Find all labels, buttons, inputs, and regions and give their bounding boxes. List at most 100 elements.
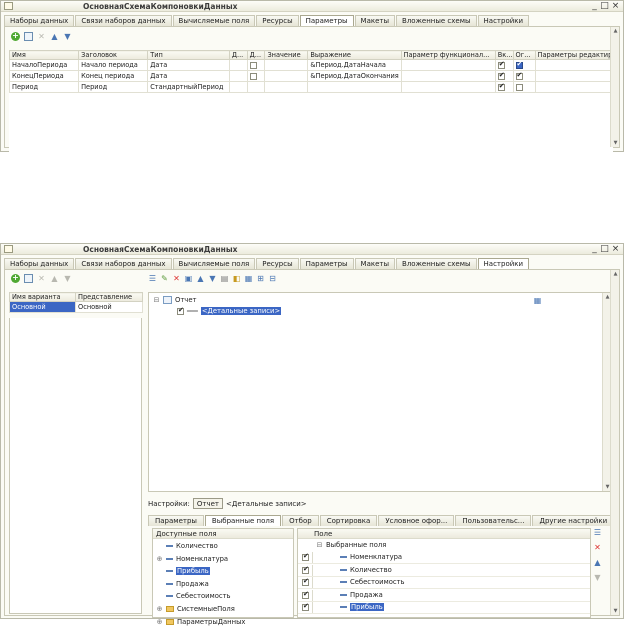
table-row[interactable]: Продажа (298, 589, 590, 602)
selected-field-item[interactable]: Себестоимость (340, 578, 405, 586)
variant-presentation[interactable]: Основной (75, 301, 143, 313)
vertical-scrollbar[interactable]: ▲ ▼ (610, 270, 619, 615)
available-field-item[interactable]: ⊕ СистемныеПоля (156, 605, 235, 613)
settings-icon[interactable]: ▤ (220, 274, 229, 283)
add-icon[interactable]: + (11, 32, 20, 41)
tab-6[interactable]: Макеты (354, 15, 396, 26)
checkbox[interactable] (497, 83, 505, 91)
table-cell[interactable] (228, 81, 248, 93)
move-up-icon[interactable]: ▲ (50, 274, 59, 283)
copy-icon[interactable] (24, 274, 33, 283)
table-row[interactable]: Прибыль (298, 602, 590, 615)
tab-2[interactable]: Связи наборов данных (75, 15, 172, 26)
table-cell[interactable] (494, 70, 514, 82)
edit-icon[interactable]: ✎ (160, 274, 169, 283)
move-down-icon[interactable]: ▼ (593, 573, 602, 582)
column-header[interactable]: Значение (264, 50, 309, 60)
scroll-down-icon[interactable]: ▼ (611, 139, 620, 147)
maximize-icon[interactable]: □ (599, 1, 610, 11)
table-cell[interactable] (494, 81, 514, 93)
column-header[interactable]: Заголовок (78, 50, 149, 60)
tab-6[interactable]: Макеты (354, 258, 396, 269)
settings-tab-5[interactable]: Условное офор... (378, 515, 455, 526)
column-header[interactable]: Параметр функционал... (400, 50, 496, 60)
checkbox[interactable] (249, 61, 257, 69)
scroll-down-icon[interactable]: ▼ (611, 607, 620, 615)
checkbox[interactable] (249, 72, 257, 80)
column-header[interactable]: Представление (75, 292, 143, 302)
scroll-up-icon[interactable]: ▲ (611, 27, 620, 35)
table-cell[interactable] (512, 70, 536, 82)
checkbox[interactable] (515, 83, 523, 91)
selected-field-item[interactable]: Продажа (340, 591, 383, 599)
checkbox[interactable] (302, 590, 309, 599)
table-cell[interactable]: Начало периода (78, 59, 149, 71)
tab-3[interactable]: Вычисляемые поля (172, 258, 256, 269)
table-cell[interactable]: Дата (147, 59, 230, 71)
column-header[interactable]: Имя варианта (9, 292, 76, 302)
table-cell[interactable]: СтандартныйПериод (147, 81, 230, 93)
add-grouping-icon[interactable]: ☰ (148, 274, 157, 283)
table-cell[interactable] (228, 70, 248, 82)
settings-tab-1[interactable]: Параметры (148, 515, 204, 526)
table-row[interactable]: Себестоимость (298, 577, 590, 590)
checkbox[interactable] (515, 61, 523, 69)
tab-8[interactable]: Настройки (477, 15, 530, 26)
available-field-item[interactable]: Прибыль (156, 567, 210, 576)
tab-4[interactable]: Ресурсы (256, 15, 299, 26)
table-cell[interactable] (307, 81, 402, 93)
table-cell[interactable] (534, 81, 614, 93)
table-cell[interactable] (264, 81, 309, 93)
add-field-icon[interactable]: ☰ (593, 528, 602, 537)
layout-icon[interactable]: ▦ (244, 274, 253, 283)
column-header[interactable]: Вк... (494, 50, 514, 60)
table-cell[interactable] (534, 70, 614, 82)
move-down-icon[interactable]: ▼ (63, 32, 72, 41)
delete-icon[interactable]: ✕ (37, 274, 46, 283)
settings-tab-2[interactable]: Выбранные поля (204, 515, 282, 526)
checkbox[interactable] (302, 602, 309, 612)
table-cell[interactable]: Дата (147, 70, 230, 82)
tab-7[interactable]: Вложенные схемы (396, 15, 477, 26)
tab-7[interactable]: Вложенные схемы (396, 258, 477, 269)
tree-root[interactable]: ⊟ Отчет (153, 296, 196, 304)
selected-fields-root[interactable]: ⊟ Выбранные поля (316, 541, 387, 549)
tab-4[interactable]: Ресурсы (256, 258, 299, 269)
table-row[interactable]: Основной Основной (9, 301, 143, 313)
tab-5[interactable]: Параметры (299, 258, 354, 269)
move-up-icon[interactable]: ▲ (196, 274, 205, 283)
table-cell[interactable]: Период (8, 81, 80, 93)
close-icon[interactable]: × (610, 1, 621, 11)
add-icon[interactable]: + (11, 274, 20, 283)
checkbox[interactable] (302, 577, 309, 587)
table-row[interactable]: НачалоПериода Начало периода Дата &Период.Д… (8, 59, 614, 71)
close-icon[interactable]: × (610, 244, 621, 254)
selected-field-item[interactable]: Номенклатура (340, 553, 402, 561)
tab-1[interactable]: Наборы данных (4, 258, 75, 269)
table-cell[interactable]: НачалоПериода (8, 59, 80, 71)
tab-2[interactable]: Связи наборов данных (75, 258, 172, 269)
table-cell[interactable] (534, 59, 614, 71)
table-cell[interactable] (512, 59, 536, 71)
column-header[interactable]: Выражение (307, 50, 402, 60)
checkbox[interactable] (497, 72, 505, 80)
checkbox[interactable] (177, 306, 184, 315)
query-icon[interactable]: ⊞ (256, 274, 265, 283)
column-header[interactable]: Имя (8, 50, 80, 60)
available-field-item[interactable]: ⊕ Номенклатура (156, 555, 229, 563)
table-cell[interactable]: КонецПериода (8, 70, 80, 82)
column-header[interactable]: Тип (147, 50, 230, 60)
table-cell[interactable] (246, 59, 266, 71)
delete-icon[interactable]: ✕ (37, 32, 46, 41)
collapse-icon[interactable]: ⊟ (316, 541, 323, 549)
settings-tab-3[interactable]: Отбор (282, 515, 319, 526)
wizard-icon[interactable]: ⊟ (268, 274, 277, 283)
structure-icon[interactable]: ▦ (533, 296, 542, 305)
checkbox[interactable] (497, 61, 505, 69)
settings-tab-7[interactable]: Другие настройки (532, 515, 615, 526)
column-header[interactable]: Параметры редактиро... (534, 50, 614, 60)
table-cell[interactable] (400, 70, 496, 82)
table-row[interactable]: Количество (298, 564, 590, 577)
checkbox[interactable] (515, 72, 523, 80)
table-cell[interactable] (264, 59, 309, 71)
